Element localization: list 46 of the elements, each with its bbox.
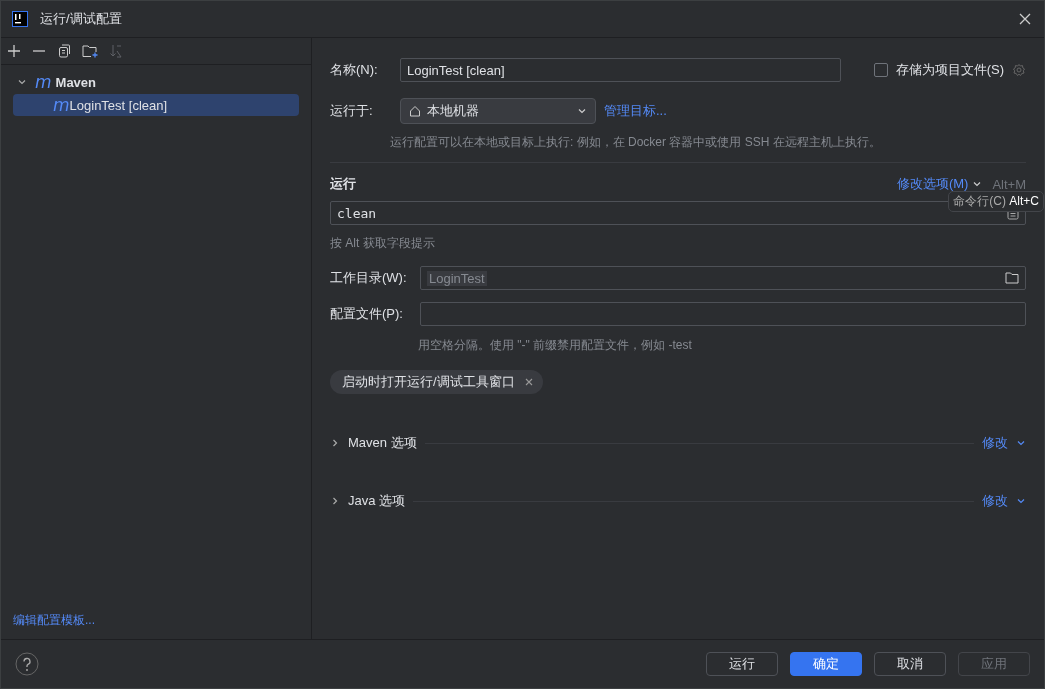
section-title[interactable]: Maven 选项 <box>348 434 417 452</box>
checkbox-label[interactable]: 存储为项目文件(S) <box>895 61 1004 79</box>
chevron-icon <box>1016 438 1026 448</box>
shortcut-label: Alt+M <box>992 176 1026 192</box>
home-icon <box>409 105 421 117</box>
chevron-icon <box>1016 496 1026 506</box>
profiles-label: 配置文件(P): <box>330 305 404 323</box>
field-hint: 按 Alt 获取字段提示 <box>330 235 436 252</box>
profiles-hint: 用空格分隔。使用 "-" 前缀禁用配置文件，例如 -test <box>418 337 693 354</box>
run-on-hint: 运行配置可以在本地或目标上执行: 例如，在 Docker 容器中或使用 SSH 在远程主机上执行。 <box>390 134 882 151</box>
copy-icon[interactable] <box>57 44 71 58</box>
chevron-icon[interactable] <box>330 438 340 448</box>
section-title[interactable]: Java 选项 <box>348 492 406 510</box>
section-title: 运行 <box>330 175 356 193</box>
tree-item[interactable]: m Maven <box>13 71 299 93</box>
close-icon[interactable] <box>1019 13 1031 25</box>
remove-icon[interactable] <box>524 378 533 386</box>
window-title: 运行/调试配置 <box>40 10 122 28</box>
modify-link[interactable]: 修改 <box>982 434 1008 452</box>
option-chip[interactable]: 启动时打开运行/调试工具窗口 <box>330 370 543 394</box>
maven-icon: m <box>35 73 52 91</box>
name-field[interactable]: LoginTest [clean] <box>400 58 841 82</box>
edit-templates-link[interactable]: 编辑配置模板... <box>1 612 311 639</box>
new-folder-icon[interactable] <box>82 44 98 58</box>
modify-link[interactable]: 修改 <box>982 492 1008 510</box>
profiles-field[interactable] <box>420 302 1026 326</box>
dialog-button[interactable]: 取消 <box>874 652 946 676</box>
run-on-label: 运行于: <box>330 102 374 120</box>
modify-options-link[interactable]: 修改选项(M) <box>896 175 969 193</box>
folder-icon[interactable] <box>1005 272 1019 284</box>
add-icon[interactable] <box>7 44 21 58</box>
manage-targets-link[interactable]: 管理目标... <box>604 102 667 120</box>
chevron-icon <box>972 179 983 189</box>
app-logo-icon <box>12 11 28 27</box>
workdir-label: 工作目录(W): <box>330 269 408 287</box>
chevron-icon <box>577 106 587 116</box>
maven-icon: m <box>53 96 70 114</box>
help-icon[interactable] <box>15 652 39 676</box>
tree-item[interactable]: mLoginTest [clean] <box>13 94 299 116</box>
run-on-dropdown[interactable]: 本地机器 <box>400 98 596 124</box>
checkbox[interactable] <box>873 63 888 77</box>
chevron-icon[interactable] <box>330 496 340 506</box>
chevron-icon <box>17 77 27 87</box>
tooltip: 命令行(C) Alt+C <box>948 191 1044 212</box>
dialog-button[interactable]: 运行 <box>706 652 778 676</box>
dialog-button[interactable]: 确定 <box>790 652 862 676</box>
